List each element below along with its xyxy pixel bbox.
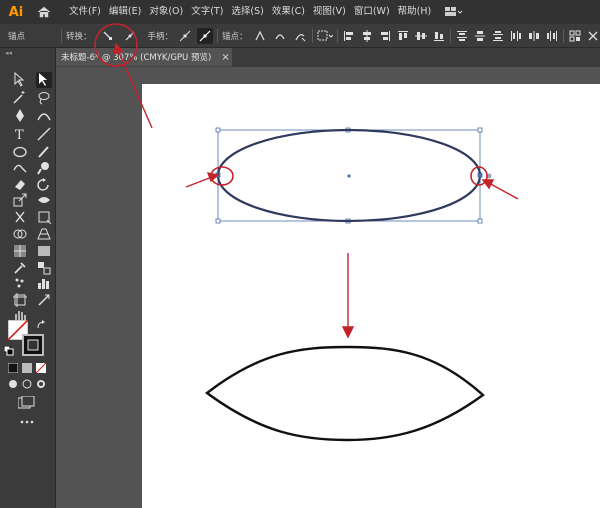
blob-brush-icon[interactable] xyxy=(36,160,52,176)
swap-fill-stroke-icon[interactable] xyxy=(36,320,46,330)
stroke-swatch-icon[interactable] xyxy=(22,334,44,356)
draw-behind-icon[interactable] xyxy=(22,379,32,389)
convert-to-smooth-button[interactable] xyxy=(122,28,138,44)
menu-item[interactable]: 选择(S) xyxy=(227,0,267,24)
align-bottom-icon[interactable] xyxy=(432,29,446,43)
menu-item[interactable]: 文字(T) xyxy=(187,0,227,24)
lasso-icon[interactable] xyxy=(36,90,52,106)
perspective-grid-icon[interactable] xyxy=(36,226,52,242)
close-tab-icon[interactable]: × xyxy=(221,52,229,63)
menu-item[interactable]: 窗口(W) xyxy=(350,0,394,24)
default-colors-icon[interactable] xyxy=(3,345,14,356)
artboard-tool-icon[interactable] xyxy=(12,292,28,308)
document-tab-title: 未标题-6* @ 307% (CMYK/GPU 预览) xyxy=(61,53,212,63)
blend-tool-icon[interactable] xyxy=(36,260,52,276)
menu-item[interactable]: 帮助(H) xyxy=(394,0,436,24)
mesh-tool-icon[interactable] xyxy=(12,243,28,259)
more-tools-icon[interactable] xyxy=(20,418,34,426)
tab-strip xyxy=(232,48,600,67)
convert-to-corner-button[interactable] xyxy=(100,28,116,44)
free-transform-icon[interactable] xyxy=(36,209,52,225)
context-label: 锚点 xyxy=(8,31,26,42)
home-icon[interactable] xyxy=(33,3,55,21)
align-hcenter-icon[interactable] xyxy=(360,29,374,43)
direct-selection-tool-icon[interactable] xyxy=(12,72,28,88)
draw-normal-icon[interactable] xyxy=(8,379,18,389)
paintbrush-icon[interactable] xyxy=(36,144,52,160)
menu-item[interactable]: 对象(O) xyxy=(145,0,187,24)
selection-mode-icon[interactable] xyxy=(317,28,333,44)
align-right-icon[interactable] xyxy=(378,29,392,43)
ellipse-tool-icon[interactable] xyxy=(12,144,28,160)
eyedropper-icon[interactable] xyxy=(12,260,28,276)
selection-tool-icon[interactable] xyxy=(36,72,52,88)
none-mode-icon[interactable] xyxy=(35,362,47,374)
anchors-label: 锚点： xyxy=(222,31,248,42)
line-tool-icon[interactable] xyxy=(36,126,52,142)
cut-path-icon[interactable] xyxy=(292,28,308,44)
document-tab[interactable]: 未标题-6* @ 307% (CMYK/GPU 预览) × xyxy=(56,48,232,67)
menu-item[interactable]: 视图(V) xyxy=(309,0,350,24)
distribute-top-icon[interactable] xyxy=(455,29,469,43)
curvature-tool-icon[interactable] xyxy=(36,108,52,124)
gradient-tool-icon[interactable] xyxy=(36,243,52,259)
symbol-sprayer-icon[interactable] xyxy=(12,275,28,291)
menu-item[interactable]: 文件(F) xyxy=(65,0,105,24)
isolate-mode-icon[interactable] xyxy=(568,29,582,43)
workspace-switcher-icon[interactable] xyxy=(445,7,463,17)
align-top-icon[interactable] xyxy=(396,29,410,43)
draw-inside-icon[interactable] xyxy=(36,379,46,389)
hide-handles-button[interactable] xyxy=(197,27,214,44)
width-tool-icon[interactable] xyxy=(36,192,52,208)
menu-bar: Ai 文件(F) 编辑(E) 对象(O) 文字(T) 选择(S) 效果(C) 视图(V) 窗口… xyxy=(0,0,600,24)
menu-item[interactable]: 效果(C) xyxy=(268,0,309,24)
svg-text:T: T xyxy=(15,128,24,142)
transform-icon[interactable] xyxy=(586,29,600,43)
color-mode-icon[interactable] xyxy=(7,362,19,374)
eraser-icon[interactable] xyxy=(12,177,28,193)
scale-tool-icon[interactable] xyxy=(12,192,28,208)
distribute-left-icon[interactable] xyxy=(509,29,523,43)
distribute-bottom-icon[interactable] xyxy=(491,29,505,43)
control-bar: 锚点 转换： 手柄： 锚点： xyxy=(0,24,600,48)
align-vcenter-icon[interactable] xyxy=(414,29,428,43)
magic-wand-icon[interactable] xyxy=(12,90,28,106)
handles-label: 手柄： xyxy=(147,31,174,42)
menu-item[interactable]: 编辑(E) xyxy=(105,0,145,24)
shaper-tool-icon[interactable] xyxy=(12,160,28,176)
pen-tool-icon[interactable] xyxy=(12,108,28,124)
remove-anchor-icon[interactable] xyxy=(252,28,268,44)
distribute-vcenter-icon[interactable] xyxy=(473,29,487,43)
puppet-warp-icon[interactable] xyxy=(12,209,28,225)
column-graph-icon[interactable] xyxy=(36,275,52,291)
connect-anchor-icon[interactable] xyxy=(272,28,288,44)
align-left-icon[interactable] xyxy=(342,29,356,43)
type-tool-icon[interactable]: T xyxy=(12,126,28,142)
distribute-hcenter-icon[interactable] xyxy=(527,29,541,43)
rotate-tool-icon[interactable] xyxy=(36,177,52,193)
distribute-right-icon[interactable] xyxy=(545,29,559,43)
convert-label: 转换： xyxy=(66,31,92,42)
toolbox-grip-icon[interactable]: ◂◂ xyxy=(0,48,55,58)
screen-mode-icon[interactable] xyxy=(17,395,36,410)
show-handles-button[interactable] xyxy=(177,28,193,44)
artboard[interactable] xyxy=(142,84,600,508)
shape-builder-icon[interactable] xyxy=(12,226,28,242)
app-logo: Ai xyxy=(8,4,24,20)
gradient-mode-icon[interactable] xyxy=(22,363,32,373)
slice-tool-icon[interactable] xyxy=(36,292,52,308)
